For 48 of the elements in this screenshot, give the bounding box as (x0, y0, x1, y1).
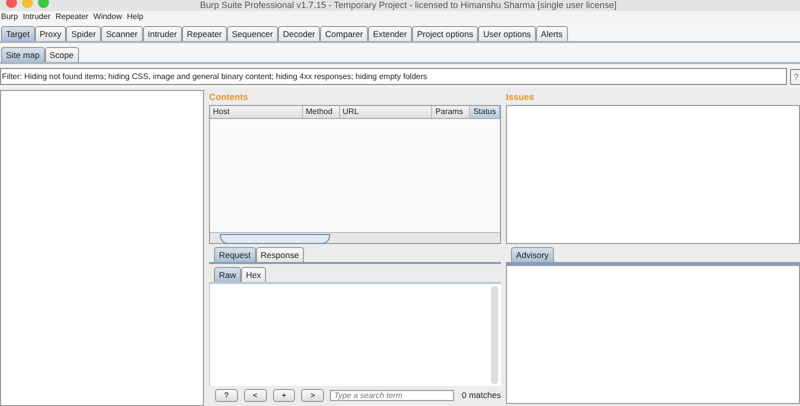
tab[interactable]: Hex (241, 267, 266, 282)
section-title: Contents (209, 92, 249, 104)
tab[interactable]: Response (256, 247, 304, 262)
search-nav-button[interactable]: ? (215, 388, 238, 402)
minimize-button[interactable] (22, 0, 33, 8)
vertical-scrollbar[interactable] (491, 286, 498, 384)
column-header[interactable]: URL (340, 106, 432, 118)
filter-bar[interactable]: Filter: Hiding not found items; hiding CSS, image and general binary content; hiding 4xx responses; hiding empty folders (0, 68, 787, 85)
column-header[interactable]: Status (470, 106, 500, 118)
tab[interactable]: Project options (412, 26, 478, 41)
tab[interactable]: Extender (368, 26, 412, 41)
tab[interactable]: Advisory (511, 247, 554, 262)
menu-item[interactable]: Burp (1, 12, 18, 21)
site-map-tree[interactable] (0, 90, 204, 406)
search-field[interactable]: Type a search term (330, 390, 454, 400)
tab[interactable]: Sequencer (226, 26, 278, 41)
tab[interactable]: Raw (214, 267, 242, 282)
tab[interactable]: Target (1, 26, 35, 41)
column-header[interactable]: Host (210, 106, 303, 118)
search-nav-button[interactable]: > (301, 388, 324, 402)
tab[interactable]: Site map (1, 47, 45, 62)
match-count: 0 matches (462, 390, 501, 400)
menu-item[interactable]: Help (126, 12, 144, 21)
column-header[interactable]: Method (302, 106, 340, 118)
search-nav-button[interactable]: < (244, 388, 267, 402)
tab[interactable]: Scope (44, 47, 79, 62)
tab[interactable]: User options (478, 26, 536, 41)
horizontal-scrollbar[interactable] (210, 232, 500, 243)
tab[interactable]: Proxy (34, 26, 66, 41)
tab[interactable]: Intruder (142, 26, 182, 41)
close-button[interactable] (6, 0, 17, 8)
tab[interactable]: Request (214, 247, 256, 262)
issues-list[interactable] (506, 105, 800, 244)
tab[interactable]: Decoder (278, 26, 320, 41)
tab[interactable]: Comparer (320, 26, 368, 41)
section-title: Issues (506, 92, 536, 104)
tab[interactable]: Repeater (182, 26, 227, 41)
tab[interactable]: Scanner (100, 26, 143, 41)
window-title: Burp Suite Professional v1.7.15 - Temporary Project - licensed to Himanshu Sharma [single user license] (200, 0, 617, 10)
help-button[interactable]: ? (790, 68, 800, 84)
menu-item[interactable]: Repeater (55, 12, 88, 21)
search-nav-button[interactable]: + (272, 388, 296, 402)
menu-item[interactable]: Window (93, 12, 122, 21)
message-editor[interactable] (209, 284, 501, 386)
menu-item[interactable]: Intruder (22, 12, 50, 21)
tab[interactable]: Spider (66, 26, 101, 41)
zoom-button[interactable] (38, 0, 49, 8)
tab[interactable]: Alerts (536, 26, 568, 41)
